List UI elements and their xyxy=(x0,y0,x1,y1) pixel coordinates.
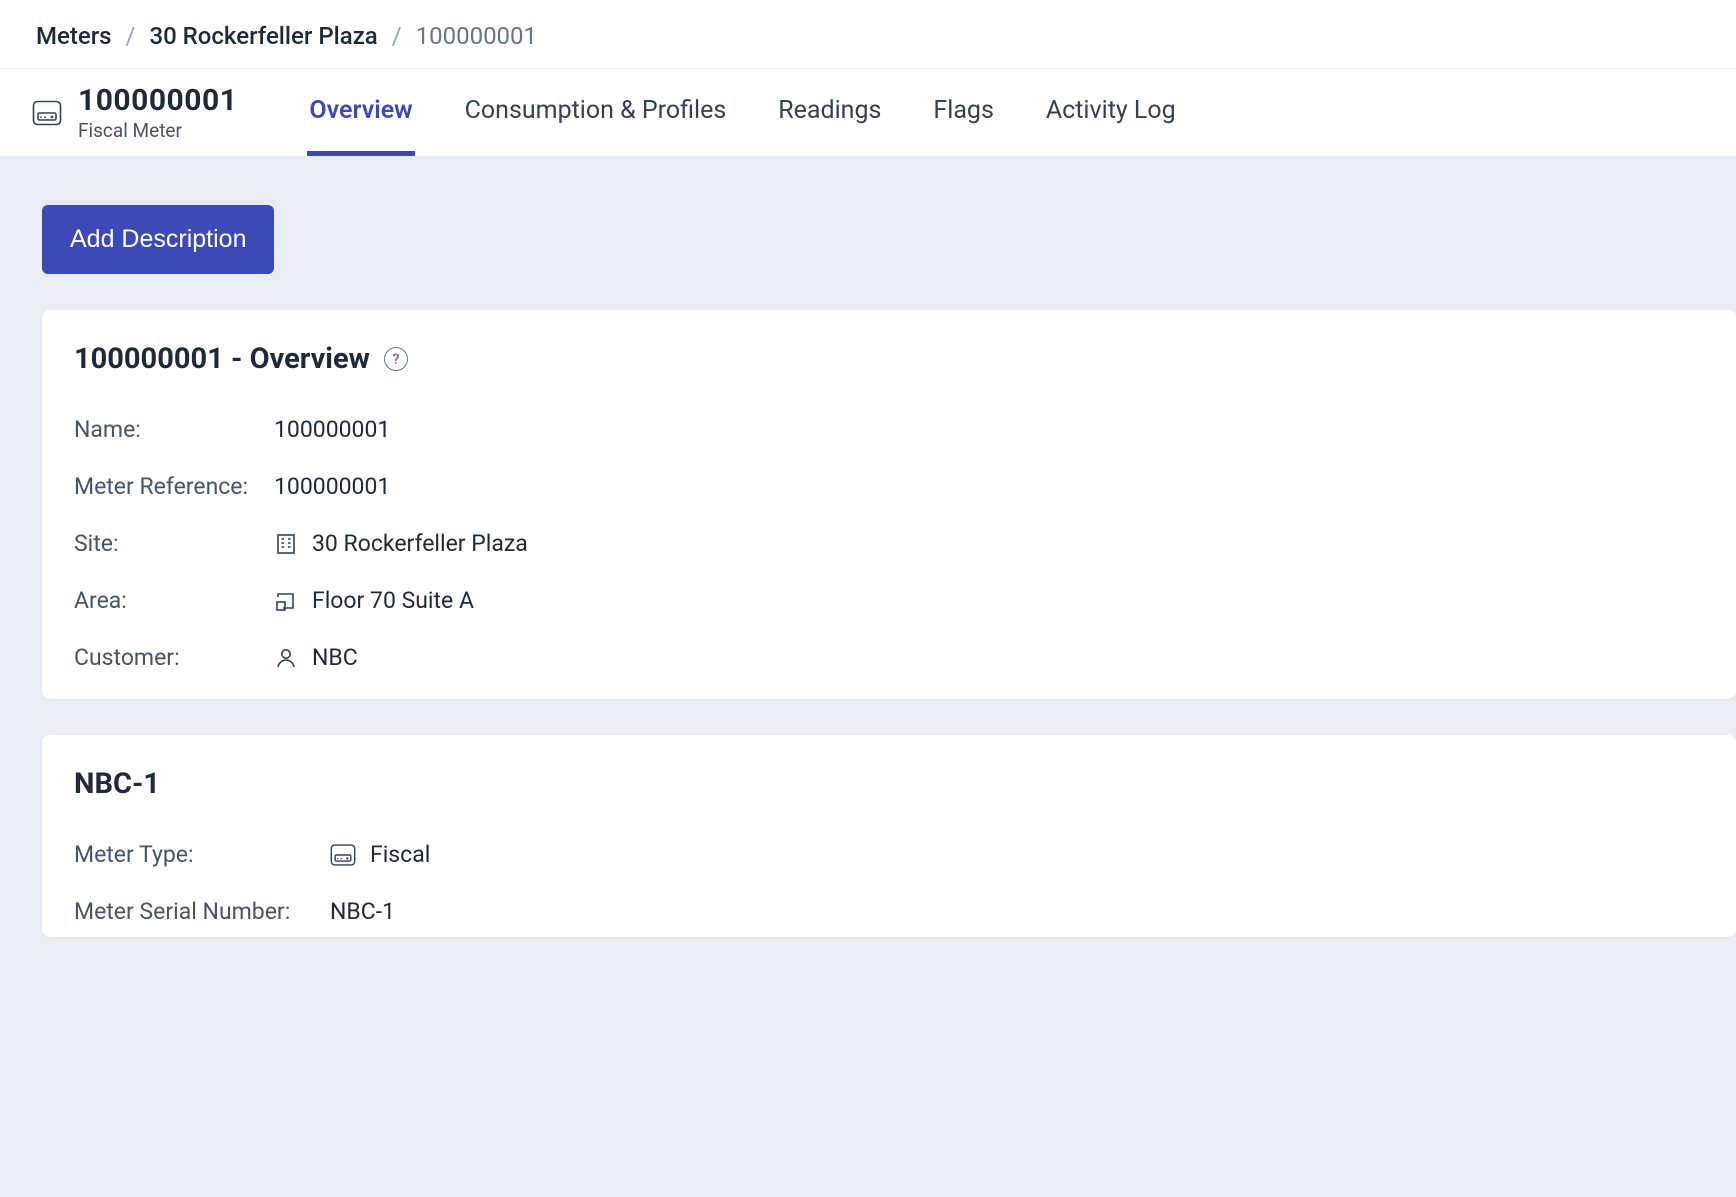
label-area: Area: xyxy=(74,587,274,614)
area-icon xyxy=(274,589,298,613)
value-meter-serial: NBC-1 xyxy=(330,898,1704,925)
page-header: 100000001 Fiscal Meter Overview Consumpt… xyxy=(0,69,1736,157)
meter-icon xyxy=(330,843,356,867)
user-icon xyxy=(274,646,298,670)
label-site: Site: xyxy=(74,530,274,557)
label-meter-type: Meter Type: xyxy=(74,841,330,868)
meter-details-title: NBC-1 xyxy=(74,767,1704,801)
page-title: 100000001 xyxy=(78,84,237,117)
add-description-button[interactable]: Add Description xyxy=(42,205,274,274)
value-meter-type-text: Fiscal xyxy=(370,841,430,868)
value-customer[interactable]: NBC xyxy=(274,644,1704,671)
value-site[interactable]: 30 Rockerfeller Plaza xyxy=(274,530,1704,557)
label-name: Name: xyxy=(74,416,274,443)
breadcrumb-separator: / xyxy=(126,22,136,50)
value-area[interactable]: Floor 70 Suite A xyxy=(274,587,1704,614)
overview-card: 100000001 - Overview ? Name: 100000001 M… xyxy=(42,310,1736,699)
page-subtitle: Fiscal Meter xyxy=(78,119,237,142)
label-meter-serial: Meter Serial Number: xyxy=(74,898,330,925)
tab-readings[interactable]: Readings xyxy=(776,69,883,156)
value-customer-text: NBC xyxy=(312,644,358,671)
breadcrumb-current: 100000001 xyxy=(416,22,537,50)
overview-fields: Name: 100000001 Meter Reference: 1000000… xyxy=(74,416,1704,671)
meter-icon xyxy=(30,98,64,128)
overview-card-title: 100000001 - Overview xyxy=(74,342,370,376)
help-icon[interactable]: ? xyxy=(384,347,408,371)
breadcrumb-root[interactable]: Meters xyxy=(36,22,112,50)
breadcrumb: Meters / 30 Rockerfeller Plaza / 1000000… xyxy=(0,0,1736,69)
building-icon xyxy=(274,532,298,556)
tab-overview[interactable]: Overview xyxy=(307,69,414,156)
overview-card-title-row: 100000001 - Overview ? xyxy=(74,342,1704,376)
value-area-text: Floor 70 Suite A xyxy=(312,587,474,614)
breadcrumb-separator: / xyxy=(392,22,402,50)
value-meter-reference: 100000001 xyxy=(274,473,1704,500)
content-area: Add Description 100000001 - Overview ? N… xyxy=(0,157,1736,1197)
meter-details-card: NBC-1 Meter Type: Fiscal Meter Serial Nu… xyxy=(42,735,1736,937)
label-customer: Customer: xyxy=(74,644,274,671)
label-meter-reference: Meter Reference: xyxy=(74,473,274,500)
value-site-text: 30 Rockerfeller Plaza xyxy=(312,530,528,557)
meter-details-fields: Meter Type: Fiscal Meter Serial Number: … xyxy=(74,841,1704,925)
tabs: Overview Consumption & Profiles Readings… xyxy=(307,69,1177,156)
breadcrumb-site[interactable]: 30 Rockerfeller Plaza xyxy=(149,22,377,50)
tab-flags[interactable]: Flags xyxy=(931,69,995,156)
tab-consumption[interactable]: Consumption & Profiles xyxy=(463,69,729,156)
value-meter-type: Fiscal xyxy=(330,841,1704,868)
value-name: 100000001 xyxy=(274,416,1704,443)
tab-activity-log[interactable]: Activity Log xyxy=(1044,69,1178,156)
